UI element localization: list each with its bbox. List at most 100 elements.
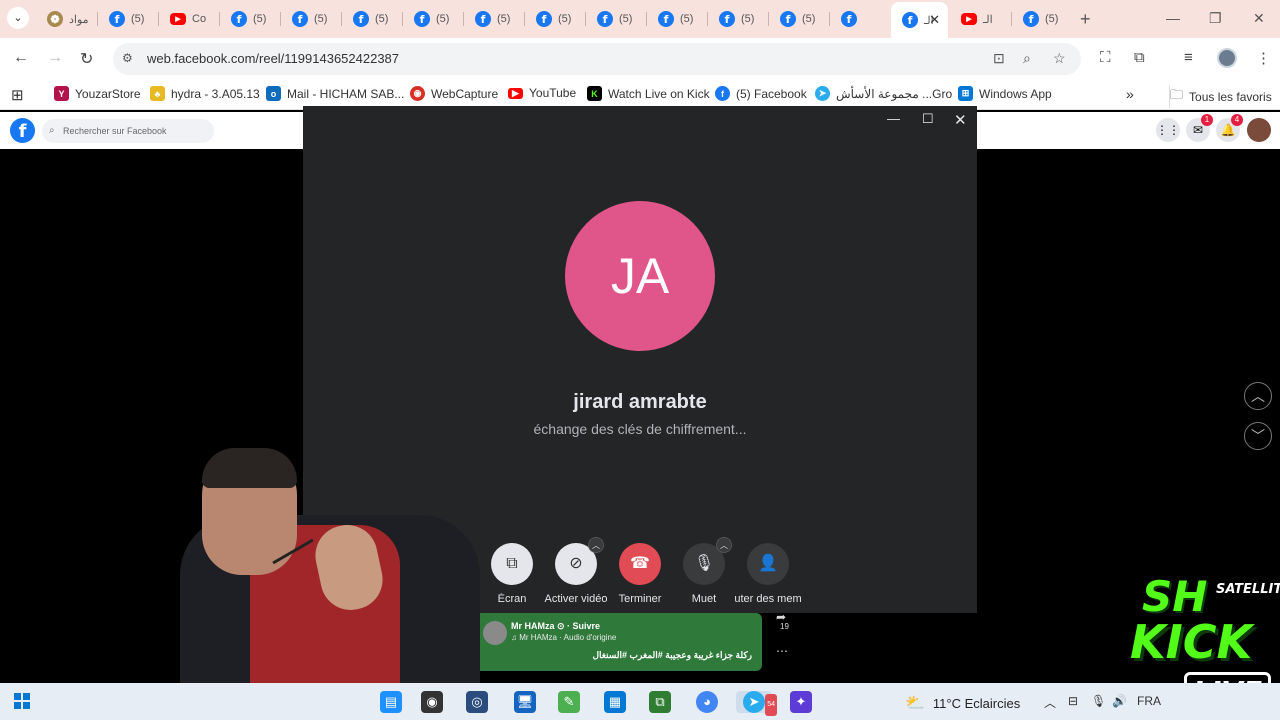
language-indicator[interactable]: FRA: [1137, 694, 1161, 708]
audio-options-chevron-icon[interactable]: ︿: [716, 537, 732, 553]
bookmark-facebook[interactable]: f (5) Facebook: [715, 86, 807, 101]
bookmark-hydra[interactable]: ♣ hydra - 3.A05.13: [150, 86, 260, 101]
restore-window-icon[interactable]: ❐: [1209, 10, 1222, 27]
partly-cloudy-icon: ⛅: [905, 695, 925, 712]
tab-label: (5): [497, 13, 511, 25]
tab-3[interactable]: f (5): [220, 4, 281, 34]
tab-16[interactable]: f (5): [1012, 4, 1074, 34]
tab-4[interactable]: f (5): [281, 4, 342, 34]
chrome-icon[interactable]: ◕: [696, 691, 718, 713]
tab-5[interactable]: f (5): [342, 4, 403, 34]
facebook-logo-icon[interactable]: f: [10, 118, 35, 143]
tab-1[interactable]: f (5): [98, 4, 159, 34]
windows-icon: ⊞: [958, 86, 973, 101]
tab-7[interactable]: f (5): [464, 4, 525, 34]
add-people-label: uter des mem: [734, 593, 802, 605]
facebook-search-input[interactable]: ⌕ Rechercher sur Facebook: [42, 119, 214, 143]
close-call-icon[interactable]: ✕: [954, 111, 967, 129]
streamer-webcam: [140, 440, 480, 720]
account-avatar[interactable]: [1247, 118, 1271, 142]
network-icon[interactable]: ⊟: [1068, 694, 1078, 708]
tab-8[interactable]: f (5): [525, 4, 586, 34]
more-options-icon[interactable]: ⋯: [776, 644, 788, 658]
windows-start-icon[interactable]: [14, 693, 30, 709]
tab-10[interactable]: f (5): [647, 4, 708, 34]
previous-reel-chevron-up-icon[interactable]: ︿: [1244, 382, 1272, 410]
tab-11[interactable]: f (5): [708, 4, 769, 34]
reload-button[interactable]: ↻: [80, 49, 93, 69]
tab-13[interactable]: f: [830, 4, 891, 34]
tab-15[interactable]: ▶ الـ: [950, 4, 1012, 34]
webcam-app-icon[interactable]: ◎: [466, 691, 488, 713]
facebook-icon: f: [715, 86, 730, 101]
tab-0[interactable]: ❁ مواد: [36, 4, 98, 34]
calculator-icon[interactable]: ▦: [604, 691, 626, 713]
tray-expand-icon[interactable]: ︿: [1044, 694, 1056, 711]
tab-2[interactable]: ▶ Co: [159, 4, 220, 34]
new-tab-button[interactable]: +: [1080, 9, 1091, 30]
bookmark-windows-app[interactable]: ⊞ Windows App: [958, 86, 1052, 101]
bookmark-mail[interactable]: o Mail - HICHAM SAB...: [266, 86, 404, 101]
next-reel-chevron-down-icon[interactable]: ﹀: [1244, 422, 1272, 450]
volume-icon[interactable]: 🔊: [1112, 694, 1127, 708]
paint-app-icon[interactable]: ✎: [558, 691, 580, 713]
close-tab-icon[interactable]: ✕: [929, 12, 940, 28]
end-call-button[interactable]: ☎: [619, 543, 661, 585]
bookmark-kick[interactable]: K Watch Live on Kick: [587, 86, 710, 101]
tab-search-button[interactable]: ⌄: [7, 7, 29, 29]
bookmark-webcapture[interactable]: ◉ WebCapture: [410, 86, 498, 101]
bookmark-telegram-group[interactable]: ➤ مجموعة الأسأش ...Gro: [815, 86, 952, 101]
minimize-call-icon[interactable]: —: [887, 111, 900, 126]
tab-6[interactable]: f (5): [403, 4, 464, 34]
apps-grid-icon[interactable]: ⊞: [11, 86, 24, 104]
telegram-taskbar-app[interactable]: ➤ 54: [736, 691, 777, 716]
more-bookmarks-icon[interactable]: »: [1126, 86, 1134, 102]
add-people-button[interactable]: 👤: [747, 543, 789, 585]
media-controls-icon[interactable]: ≡: [1184, 49, 1193, 66]
obs-recorder-icon[interactable]: ◉: [421, 691, 443, 713]
profile-avatar[interactable]: [1217, 48, 1237, 68]
extensions-icon[interactable]: ⧉: [1134, 49, 1145, 66]
video-options-chevron-icon[interactable]: ︿: [588, 537, 604, 553]
bookmark-star-icon[interactable]: ☆: [1053, 50, 1066, 67]
maximize-call-icon[interactable]: ☐: [922, 111, 934, 127]
screenshot-extension-icon[interactable]: ⛶: [1100, 49, 1111, 66]
address-bar[interactable]: ⚙ web.facebook.com/reel/1199143652422387…: [113, 43, 1081, 75]
file-explorer-icon[interactable]: ▤: [380, 691, 402, 713]
caller-avatar: JA: [565, 201, 715, 351]
minimize-window-icon[interactable]: —: [1166, 10, 1180, 26]
forward-button[interactable]: →: [47, 49, 63, 67]
network-app-icon[interactable]: ⧉: [649, 691, 671, 713]
url-text[interactable]: web.facebook.com/reel/1199143652422387: [147, 51, 399, 66]
site-info-icon[interactable]: ⚙: [122, 51, 133, 65]
tab-12[interactable]: f (5): [769, 4, 830, 34]
notifications-bell-icon[interactable]: 🔔 4: [1216, 114, 1243, 142]
reel-preview-card[interactable]: Mr HAMza ⊙ · Suivre ♫ Mr HAMza · Audio d…: [474, 613, 762, 671]
mute-button[interactable]: 🎙 ︿: [683, 537, 732, 585]
video-off-button[interactable]: ⊘ ︿: [555, 537, 604, 585]
reel-author[interactable]: Mr HAMza ⊙ · Suivre: [511, 621, 600, 632]
menu-grid-icon[interactable]: ⋮⋮: [1156, 118, 1180, 142]
tab-9[interactable]: f (5): [586, 4, 647, 34]
weather-widget[interactable]: ⛅ 11°C Eclaircies: [905, 693, 1020, 713]
microphone-icon[interactable]: 🎙: [1091, 694, 1106, 708]
all-bookmarks-folder[interactable]: 🗀 Tous les favoris: [1169, 86, 1272, 108]
zoom-icon[interactable]: ⌕: [1023, 50, 1031, 67]
back-button[interactable]: ←: [13, 49, 29, 67]
reel-audio[interactable]: ♫ Mr HAMza · Audio d'origine: [511, 633, 616, 642]
messenger-icon[interactable]: ✉ 1: [1186, 114, 1213, 142]
tab-active[interactable]: f الـ ✕: [891, 2, 948, 38]
webcapture-icon: ◉: [410, 86, 425, 101]
install-app-icon[interactable]: ⊡: [993, 50, 1005, 67]
tab-label: (5): [619, 13, 633, 25]
satellite-app-icon[interactable]: ✦: [790, 691, 812, 713]
bookmark-youtube[interactable]: ▶ YouTube: [508, 86, 576, 100]
reel-caption: ركلة جزاء غريبة وعجيبة #المغرب #السنغال: [592, 650, 752, 660]
close-window-icon[interactable]: ✕: [1253, 10, 1265, 27]
tab-label: Co: [192, 13, 207, 25]
share-screen-button[interactable]: ⧉: [491, 543, 533, 585]
share-count: 19: [780, 622, 789, 631]
pc-app-icon[interactable]: 🖥: [514, 691, 536, 713]
browser-menu-icon[interactable]: ⋮: [1256, 49, 1271, 67]
bookmark-youzarstore[interactable]: Y YouzarStore: [54, 86, 141, 101]
